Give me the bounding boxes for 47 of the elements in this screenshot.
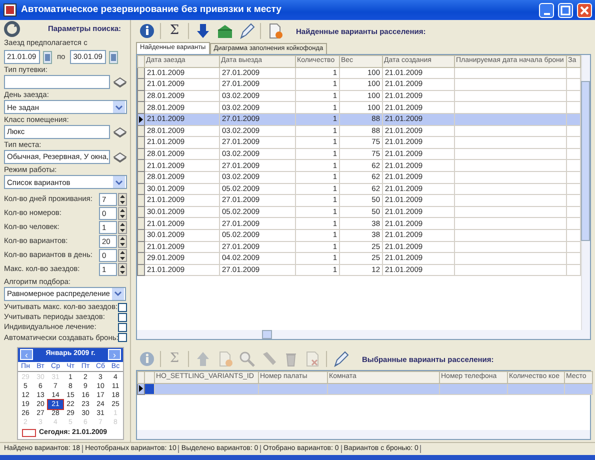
- dropdown-button[interactable]: [112, 288, 124, 300]
- sum-button[interactable]: Σ: [164, 22, 185, 40]
- document-icon: [266, 23, 282, 39]
- spinner-icon[interactable]: [118, 220, 127, 234]
- spinner-icon[interactable]: [118, 262, 127, 276]
- close-button[interactable]: [577, 2, 592, 18]
- checkbox[interactable]: [118, 322, 127, 332]
- dropdown-button[interactable]: [113, 176, 125, 188]
- text-field[interactable]: [4, 75, 110, 90]
- spinner-icon[interactable]: [118, 192, 127, 206]
- spinner-icon[interactable]: [118, 206, 127, 220]
- caret-icon: [115, 104, 123, 111]
- minimize-button[interactable]: [539, 2, 554, 18]
- refresh-icon[interactable]: [4, 20, 20, 37]
- info-icon: [138, 23, 154, 39]
- dropdown-button[interactable]: [113, 101, 125, 114]
- scrollbar[interactable]: [137, 430, 590, 439]
- lookup-icon[interactable]: [113, 151, 127, 164]
- app-icon: [3, 3, 17, 17]
- spinner-icon[interactable]: [118, 248, 127, 262]
- today-marker-icon: [22, 428, 36, 437]
- search-icon: [238, 351, 254, 367]
- info-icon: [138, 351, 154, 367]
- box-icon: [216, 23, 232, 39]
- lookup-icon[interactable]: [113, 76, 127, 88]
- maximize-icon: [560, 4, 571, 16]
- down-arrow-icon: [194, 23, 210, 39]
- document-icon: [216, 351, 232, 367]
- window-title: Автоматическое резервирование без привязки к месту: [21, 4, 282, 16]
- caret-icon: [115, 178, 123, 186]
- calendar-button[interactable]: [43, 50, 52, 64]
- document-delete-icon: [304, 351, 320, 367]
- scrollbar[interactable]: [581, 55, 590, 330]
- close-icon: [579, 4, 590, 16]
- checkbox[interactable]: [118, 333, 127, 342]
- up-arrow-icon: [194, 351, 210, 367]
- minimize-icon: [544, 12, 550, 14]
- checkbox[interactable]: [118, 312, 127, 322]
- checkbox[interactable]: [118, 302, 127, 312]
- pencil-icon: [238, 23, 254, 39]
- maximize-button[interactable]: [558, 2, 573, 18]
- calendar-button[interactable]: [109, 50, 118, 64]
- spinner-icon[interactable]: [118, 234, 127, 248]
- lookup-icon[interactable]: [113, 126, 127, 138]
- scrollbar[interactable]: [137, 330, 590, 339]
- caret-icon: [114, 290, 122, 297]
- pencil-icon: [332, 351, 348, 367]
